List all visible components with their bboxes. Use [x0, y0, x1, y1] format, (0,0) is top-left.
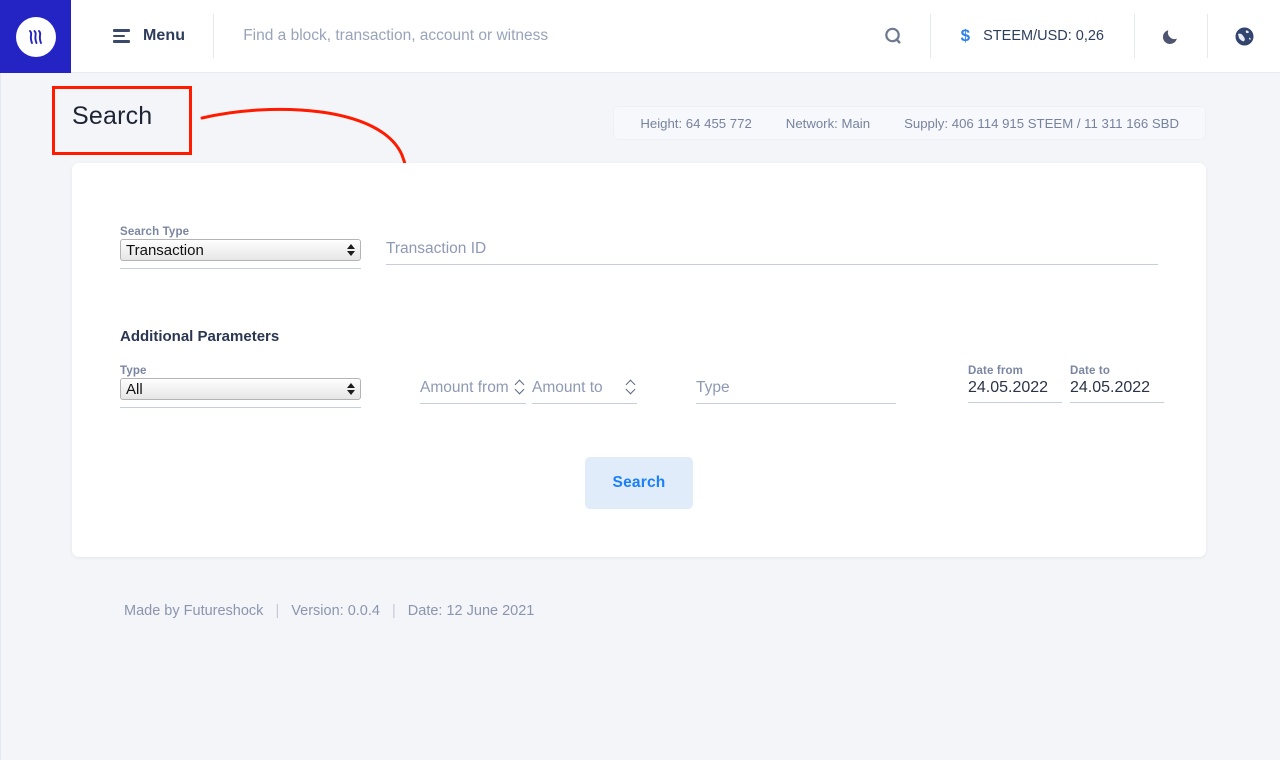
amount-from-input[interactable] — [420, 379, 526, 404]
type-select[interactable]: All — [120, 378, 361, 400]
search-type-select-wrap[interactable]: Transaction — [120, 239, 361, 261]
date-to-label: Date to — [1070, 365, 1110, 377]
footer-version: Version: 0.0.4 — [291, 603, 380, 619]
footer-date: Date: 12 June 2021 — [408, 603, 535, 619]
page-title: Search — [72, 102, 152, 131]
chain-info-bar: Height: 64 455 772 Network: Main Supply:… — [613, 106, 1206, 140]
info-height: Height: 64 455 772 — [640, 116, 751, 131]
theme-toggle-button[interactable] — [1135, 0, 1207, 72]
amount-to-wrap[interactable] — [532, 379, 637, 404]
search-type-underline — [120, 268, 361, 270]
date-from-input[interactable] — [968, 379, 1062, 403]
type-underline — [120, 407, 361, 409]
search-type-label: Search Type — [120, 226, 189, 238]
search-submit-form-button[interactable]: Search — [585, 457, 693, 509]
search-icon — [883, 26, 904, 47]
operation-type-input[interactable] — [696, 379, 896, 404]
global-search[interactable] — [214, 0, 857, 72]
footer-sep-1: | — [275, 603, 279, 619]
date-to-input[interactable] — [1070, 379, 1164, 403]
date-from-label: Date from — [968, 365, 1023, 377]
menu-label: Menu — [143, 27, 185, 45]
logo-circle — [16, 17, 56, 57]
steem-waves-icon — [25, 26, 47, 48]
footer-made-by: Made by Futureshock — [124, 603, 263, 619]
globe-icon — [1233, 25, 1256, 48]
hamburger-icon — [113, 29, 130, 43]
moon-icon — [1160, 25, 1182, 47]
left-border — [0, 73, 1, 760]
search-submit-button[interactable] — [858, 0, 930, 72]
additional-parameters-title: Additional Parameters — [120, 328, 279, 345]
price-ticker[interactable]: $ STEEM/USD: 0,26 — [931, 0, 1134, 72]
amount-to-input[interactable] — [532, 379, 637, 404]
type-select-wrap[interactable]: All — [120, 378, 361, 400]
price-label: STEEM/USD: 0,26 — [983, 28, 1104, 44]
amount-from-wrap[interactable] — [420, 379, 526, 404]
info-network: Network: Main — [786, 116, 870, 131]
footer-sep-2: | — [392, 603, 396, 619]
steem-logo[interactable] — [0, 0, 71, 73]
search-type-select[interactable]: Transaction — [120, 239, 361, 261]
search-input[interactable] — [243, 27, 857, 45]
menu-button[interactable]: Menu — [71, 0, 213, 72]
transaction-id-input[interactable] — [386, 240, 1158, 265]
dollar-icon: $ — [961, 26, 970, 46]
footer: Made by Futureshock | Version: 0.0.4 | D… — [120, 603, 538, 619]
app-header: Menu $ STEEM/USD: 0,26 — [0, 0, 1280, 73]
language-button[interactable] — [1208, 0, 1280, 72]
info-supply: Supply: 406 114 915 STEEM / 11 311 166 S… — [904, 116, 1179, 131]
type-label: Type — [120, 365, 147, 377]
